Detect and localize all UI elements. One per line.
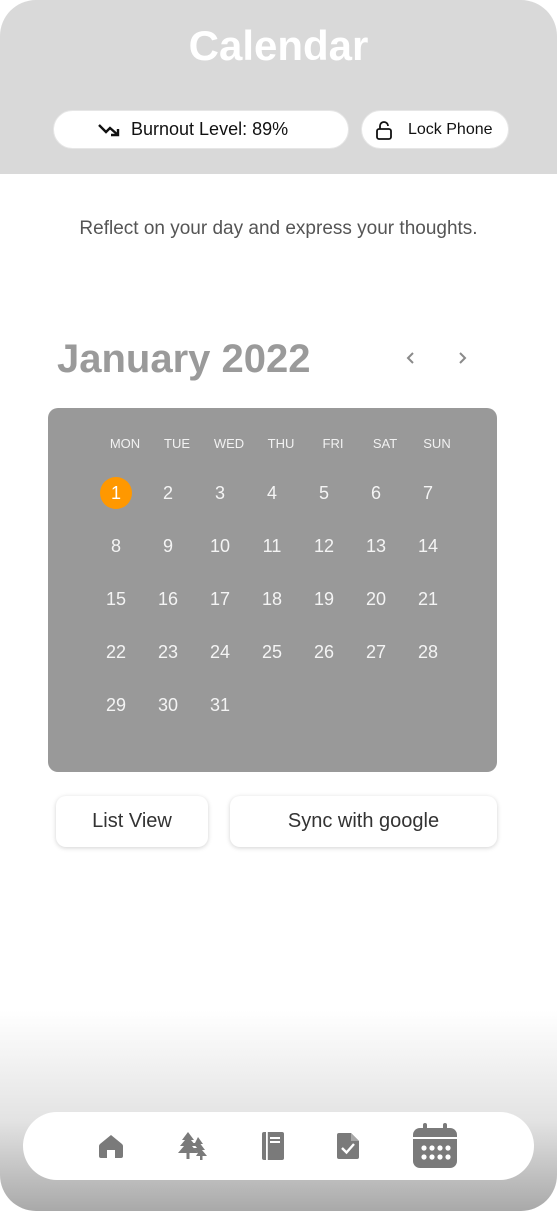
calendar-day[interactable]: 6 — [360, 477, 392, 509]
next-month-button[interactable] — [450, 346, 474, 370]
tab-forest[interactable] — [176, 1131, 208, 1166]
checklist-icon — [337, 1133, 359, 1159]
calendar-day[interactable]: 13 — [360, 530, 392, 562]
tab-tasks[interactable] — [336, 1132, 360, 1165]
header: Calendar Burnout Level: 89% Lock Phone — [0, 0, 557, 174]
chevron-right-icon — [459, 352, 467, 364]
calendar-day[interactable]: 3 — [204, 477, 236, 509]
chevron-left-icon — [406, 352, 414, 364]
calendar-day[interactable]: 5 — [308, 477, 340, 509]
calendar-screen: Calendar Burnout Level: 89% Lock Phone R… — [0, 0, 557, 1211]
calendar-day[interactable]: 17 — [204, 583, 236, 615]
unlock-icon — [374, 120, 394, 145]
tab-journal[interactable] — [261, 1131, 285, 1166]
burnout-level-pill[interactable]: Burnout Level: 89% — [53, 110, 349, 149]
bottom-fade — [0, 1010, 557, 1211]
calendar-day[interactable]: 23 — [152, 636, 184, 668]
calendar-day[interactable]: 24 — [204, 636, 236, 668]
sync-google-button[interactable]: Sync with google — [230, 796, 497, 847]
journal-icon — [262, 1132, 284, 1160]
calendar-day[interactable]: 19 — [308, 583, 340, 615]
calendar-day[interactable]: 8 — [100, 530, 132, 562]
calendar-day[interactable]: 30 — [152, 689, 184, 721]
calendar-day[interactable]: 4 — [256, 477, 288, 509]
calendar-day[interactable]: 7 — [412, 477, 444, 509]
calendar-day[interactable]: 14 — [412, 530, 444, 562]
month-label: January 2022 — [57, 337, 311, 381]
weekday-sun: SUN — [423, 436, 451, 451]
calendar-day[interactable]: 20 — [360, 583, 392, 615]
calendar-day[interactable]: 16 — [152, 583, 184, 615]
calendar-day[interactable]: 9 — [152, 530, 184, 562]
lock-phone-button[interactable]: Lock Phone — [361, 110, 509, 149]
calendar-day[interactable]: 10 — [204, 530, 236, 562]
calendar-day[interactable]: 26 — [308, 636, 340, 668]
calendar-day[interactable]: 28 — [412, 636, 444, 668]
weekday-wed: WED — [213, 436, 245, 451]
trending-down-icon — [98, 121, 120, 144]
calendar-day[interactable]: 29 — [100, 689, 132, 721]
lock-phone-label: Lock Phone — [408, 121, 493, 138]
home-icon — [99, 1135, 123, 1158]
calendar-day[interactable]: 27 — [360, 636, 392, 668]
calendar-day[interactable]: 21 — [412, 583, 444, 615]
subtitle: Reflect on your day and express your tho… — [79, 218, 478, 239]
weekday-sat: SAT — [372, 436, 398, 451]
page-title: Calendar — [188, 22, 369, 69]
weekday-thu: THU — [267, 436, 295, 451]
weekday-fri: FRI — [322, 436, 344, 451]
calendar-day[interactable]: 12 — [308, 530, 340, 562]
calendar-day[interactable]: 25 — [256, 636, 288, 668]
previous-month-button[interactable] — [399, 346, 423, 370]
calendar-day[interactable]: 11 — [256, 530, 288, 562]
calendar-day-selected[interactable]: 1 — [100, 477, 132, 509]
calendar-day[interactable]: 18 — [256, 583, 288, 615]
tab-calendar[interactable] — [411, 1122, 459, 1175]
calendar-day[interactable]: 22 — [100, 636, 132, 668]
bottom-tab-bar — [23, 1112, 534, 1180]
calendar-day[interactable]: 15 — [100, 583, 132, 615]
burnout-level-label: Burnout Level: 89% — [131, 119, 289, 139]
trees-icon — [178, 1132, 207, 1160]
calendar-icon — [413, 1123, 457, 1168]
weekday-tue: TUE — [164, 436, 190, 451]
tab-home[interactable] — [98, 1133, 124, 1164]
list-view-button[interactable]: List View — [56, 796, 208, 847]
calendar-day[interactable]: 31 — [204, 689, 236, 721]
calendar-day[interactable]: 2 — [152, 477, 184, 509]
calendar-grid: MON TUE WED THU FRI SAT SUN 1 2 3 4 5 6 7 8 9 10 11 12 13 14… — [48, 408, 497, 772]
weekday-mon: MON — [109, 436, 141, 451]
